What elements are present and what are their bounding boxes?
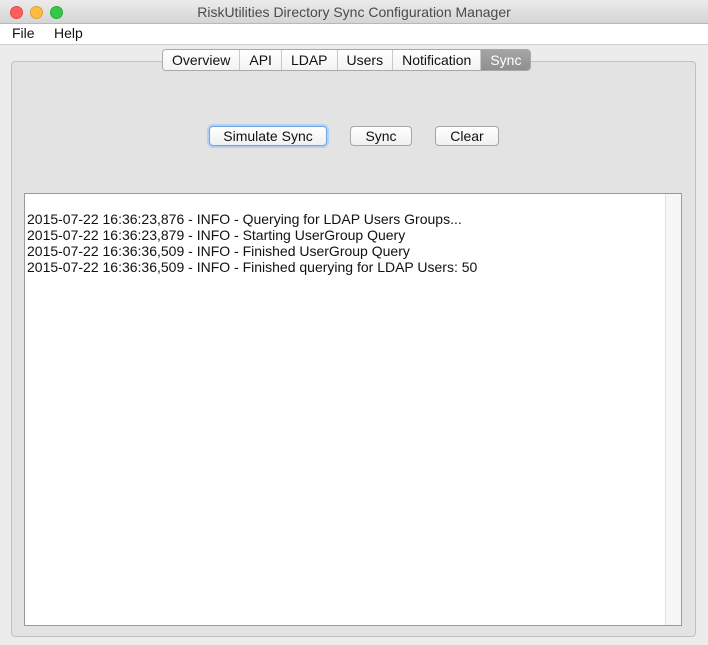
log-line: 2015-07-22 16:36:36,509 - INFO - Finishe… bbox=[27, 243, 410, 259]
tab-sync[interactable]: Sync bbox=[481, 50, 531, 70]
tab-overview[interactable]: Overview bbox=[163, 50, 241, 70]
sync-button[interactable]: Sync bbox=[350, 126, 412, 146]
tab-bar: Overview API LDAP Users Notification Syn… bbox=[162, 49, 532, 71]
simulate-sync-button[interactable]: Simulate Sync bbox=[209, 126, 327, 146]
log-line: 2015-07-22 16:36:23,879 - INFO - Startin… bbox=[27, 227, 406, 243]
log-line: 2015-07-22 16:36:36,509 - INFO - Finishe… bbox=[27, 259, 478, 275]
tab-api[interactable]: API bbox=[240, 50, 282, 70]
log-line: 2015-07-22 16:36:23,876 - INFO - Queryin… bbox=[27, 211, 462, 227]
menu-bar: File Help bbox=[0, 24, 708, 45]
log-lines: 2015-07-22 16:36:23,876 - INFO - Queryin… bbox=[27, 211, 477, 275]
menu-help[interactable]: Help bbox=[54, 25, 83, 41]
title-bar: RiskUtilities Directory Sync Configurati… bbox=[0, 0, 708, 24]
log-output-area[interactable]: 2015-07-22 16:36:23,876 - INFO - Queryin… bbox=[24, 193, 682, 626]
tab-users[interactable]: Users bbox=[337, 50, 394, 70]
tab-notification[interactable]: Notification bbox=[393, 50, 482, 70]
menu-file[interactable]: File bbox=[12, 25, 35, 41]
window-title: RiskUtilities Directory Sync Configurati… bbox=[197, 4, 511, 20]
tab-ldap[interactable]: LDAP bbox=[281, 50, 338, 70]
log-scrollbar[interactable] bbox=[665, 194, 681, 625]
clear-button[interactable]: Clear bbox=[435, 126, 499, 146]
